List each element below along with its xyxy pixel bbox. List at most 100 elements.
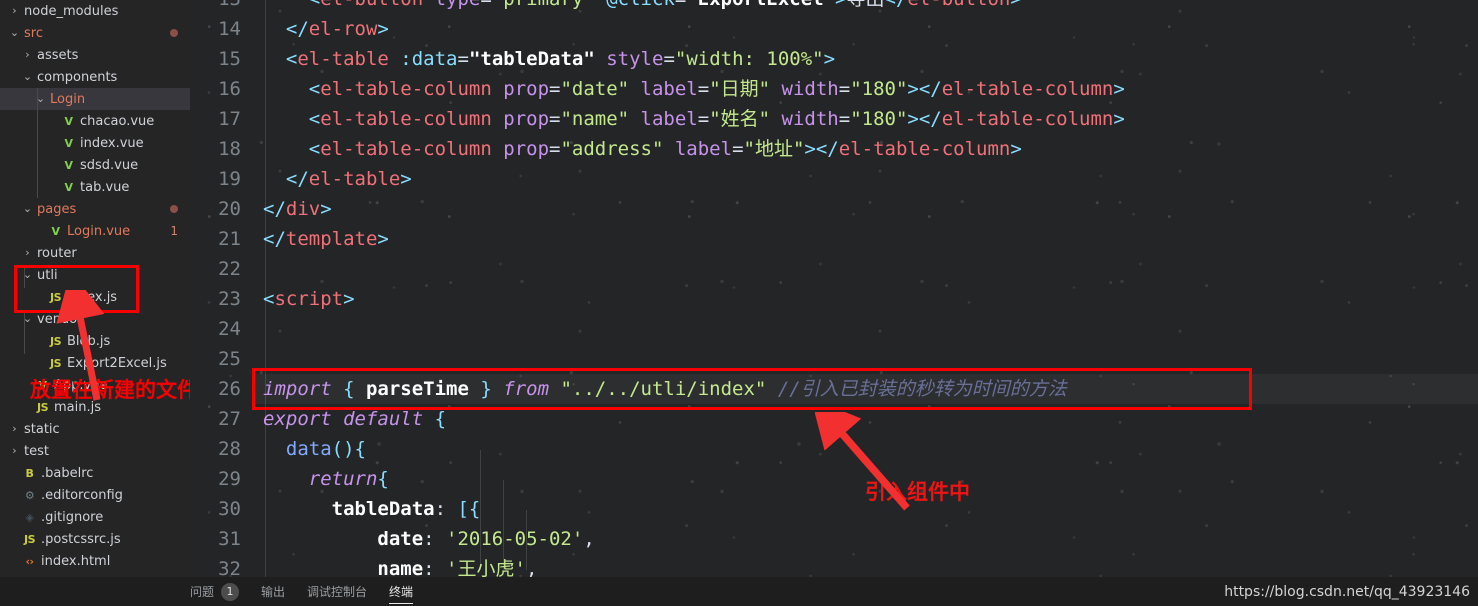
code-line[interactable]: <el-table :data="tableData" style="width… bbox=[253, 44, 1478, 74]
code-token: label bbox=[663, 138, 733, 160]
code-token: </ bbox=[918, 78, 942, 100]
line-number: 26 bbox=[218, 378, 241, 400]
panel-tab-bar[interactable]: 问题 1 输出 调试控制台 终端 https://blog.csdn.net/qq_43… bbox=[0, 577, 1478, 606]
tree-item-index-vue[interactable]: Vindex.vue bbox=[0, 132, 190, 154]
code-token: > bbox=[377, 18, 389, 40]
panel-tabs[interactable]: 问题 1 输出 调试控制台 终端 bbox=[190, 577, 435, 606]
js-file-icon: JS bbox=[49, 334, 62, 348]
line-number: 24 bbox=[218, 318, 241, 340]
tree-item-node-modules[interactable]: › node_modules bbox=[0, 0, 190, 22]
code-token: el-button bbox=[907, 0, 1010, 10]
code-editor[interactable]: 13 14 15 16 17 18 19 20 21 22 23 24 25 26 27 28 29 30 31 32… bbox=[190, 0, 1478, 577]
code-token: el-table-column bbox=[320, 78, 492, 100]
code-token: </ bbox=[263, 198, 286, 220]
code-line[interactable]: <el-table-column prop="name" label="姓名" … bbox=[253, 104, 1478, 134]
tree-item-tab-vue[interactable]: Vtab.vue bbox=[0, 176, 190, 198]
chevron-down-icon[interactable]: ⌄ bbox=[8, 27, 21, 38]
code-token: export bbox=[263, 408, 332, 430]
tree-item-utli[interactable]: ⌄ utli bbox=[0, 264, 190, 286]
code-line[interactable]: </template> bbox=[253, 224, 1478, 254]
code-token: el-row bbox=[308, 18, 378, 40]
tree-item-gitignore[interactable]: ◈ .gitignore bbox=[0, 506, 190, 528]
code-line[interactable]: <el-table-column prop="address" label="地… bbox=[253, 134, 1478, 164]
chevron-right-icon[interactable]: › bbox=[8, 445, 21, 456]
vue-file-icon: V bbox=[51, 224, 60, 238]
panel-tab-2[interactable]: 调试控制台 bbox=[307, 577, 367, 606]
tree-item-blob-js[interactable]: JS Blob.js bbox=[0, 330, 190, 352]
line-number: 21 bbox=[218, 228, 241, 250]
panel-tab-1[interactable]: 输出 bbox=[261, 577, 285, 606]
code-line[interactable]: date: '2016-05-02', bbox=[253, 524, 1478, 554]
chevron-down-icon[interactable]: ⌄ bbox=[21, 313, 34, 324]
chevron-right-icon[interactable]: › bbox=[8, 5, 21, 16]
tree-item-label: index.html bbox=[41, 553, 111, 569]
code-line[interactable]: <el-button type="primary" @click="Export… bbox=[253, 0, 1478, 14]
code-line[interactable] bbox=[253, 254, 1478, 284]
tree-item-vendor[interactable]: ⌄ vendor bbox=[0, 308, 190, 330]
code-line[interactable] bbox=[253, 314, 1478, 344]
tree-item-babelrc[interactable]: B .babelrc bbox=[0, 462, 190, 484]
tree-item-index-js[interactable]: JS index.js bbox=[0, 286, 190, 308]
panel-tab-label: 输出 bbox=[261, 585, 286, 599]
chevron-right-icon[interactable]: › bbox=[8, 423, 21, 434]
code-token: > bbox=[1113, 78, 1125, 100]
chevron-down-icon[interactable]: ⌄ bbox=[34, 93, 47, 104]
tree-item-editorconfig[interactable]: ⚙ .editorconfig bbox=[0, 484, 190, 506]
code-line[interactable] bbox=[253, 344, 1478, 374]
tree-item-src[interactable]: ⌄ src bbox=[0, 22, 190, 44]
code-token: "date" bbox=[560, 78, 630, 100]
tree-item-login-vue[interactable]: V Login.vue 1 bbox=[0, 220, 190, 242]
chevron-right-icon[interactable]: › bbox=[21, 49, 34, 60]
tree-item-sdsd-vue[interactable]: Vsdsd.vue bbox=[0, 154, 190, 176]
tree-item-label: index.js bbox=[67, 289, 118, 305]
panel-tab-label: 调试控制台 bbox=[307, 585, 368, 599]
code-line[interactable]: </el-table> bbox=[253, 164, 1478, 194]
tree-item-login[interactable]: ⌄ Login bbox=[0, 88, 190, 110]
code-line[interactable]: name: '王小虎', bbox=[253, 554, 1478, 577]
html-file-icon: ‹› bbox=[25, 554, 34, 568]
tree-item-test[interactable]: › test bbox=[0, 440, 190, 462]
code-line[interactable]: import { parseTime } from "../../utli/in… bbox=[253, 374, 1478, 404]
tree-item-chacao-vue[interactable]: Vchacao.vue bbox=[0, 110, 190, 132]
js-file-icon: JS bbox=[49, 290, 62, 304]
code-token: > bbox=[907, 78, 919, 100]
line-number: 30 bbox=[218, 498, 241, 520]
code-token: < bbox=[308, 138, 321, 160]
code-line[interactable]: <script> bbox=[253, 284, 1478, 314]
tree-item-label: chacao.vue bbox=[80, 113, 155, 129]
file-explorer-sidebar[interactable]: › node_modules ⌄ src › assets ⌄ components ⌄ Logi… bbox=[0, 0, 190, 577]
tree-item-export2excel-js[interactable]: JS Export2Excel.js bbox=[0, 352, 190, 374]
chevron-down-icon[interactable]: ⌄ bbox=[21, 71, 34, 82]
code-token: = bbox=[675, 0, 686, 10]
tree-item-assets[interactable]: › assets bbox=[0, 44, 190, 66]
tree-item-static[interactable]: › static bbox=[0, 418, 190, 440]
tree-item-postcssrc-js[interactable]: JS .postcssrc.js bbox=[0, 528, 190, 550]
line-number: 23 bbox=[218, 288, 241, 310]
code-token: "日期" bbox=[709, 78, 771, 100]
panel-tab-label: 终端 bbox=[389, 585, 414, 599]
code-token: "ExportExcel" bbox=[686, 0, 835, 10]
tree-item-pages[interactable]: ⌄ pages bbox=[0, 198, 190, 220]
line-number: 16 bbox=[218, 78, 241, 100]
chevron-right-icon[interactable]: › bbox=[21, 247, 34, 258]
tree-item-router[interactable]: › router bbox=[0, 242, 190, 264]
code-line[interactable]: </div> bbox=[253, 194, 1478, 224]
code-token: style bbox=[594, 48, 664, 70]
file-tree[interactable]: › node_modules ⌄ src › assets ⌄ components ⌄ Logi… bbox=[0, 0, 190, 577]
code-token: < bbox=[285, 48, 298, 70]
chevron-down-icon[interactable]: ⌄ bbox=[21, 203, 34, 214]
code-line[interactable]: <el-table-column prop="date" label="日期" … bbox=[253, 74, 1478, 104]
tree-item-index-html[interactable]: ‹› index.html bbox=[0, 550, 190, 572]
panel-tab-3[interactable]: 终端 bbox=[389, 577, 414, 606]
tree-item-components[interactable]: ⌄ components bbox=[0, 66, 190, 88]
panel-tab-0[interactable]: 问题 1 bbox=[190, 577, 240, 606]
code-token: //引入已封装的秒转为时间的方法 bbox=[777, 378, 1067, 400]
code-token: > bbox=[804, 138, 816, 160]
code-line[interactable]: </el-row> bbox=[253, 14, 1478, 44]
chevron-down-icon[interactable]: ⌄ bbox=[21, 269, 34, 280]
